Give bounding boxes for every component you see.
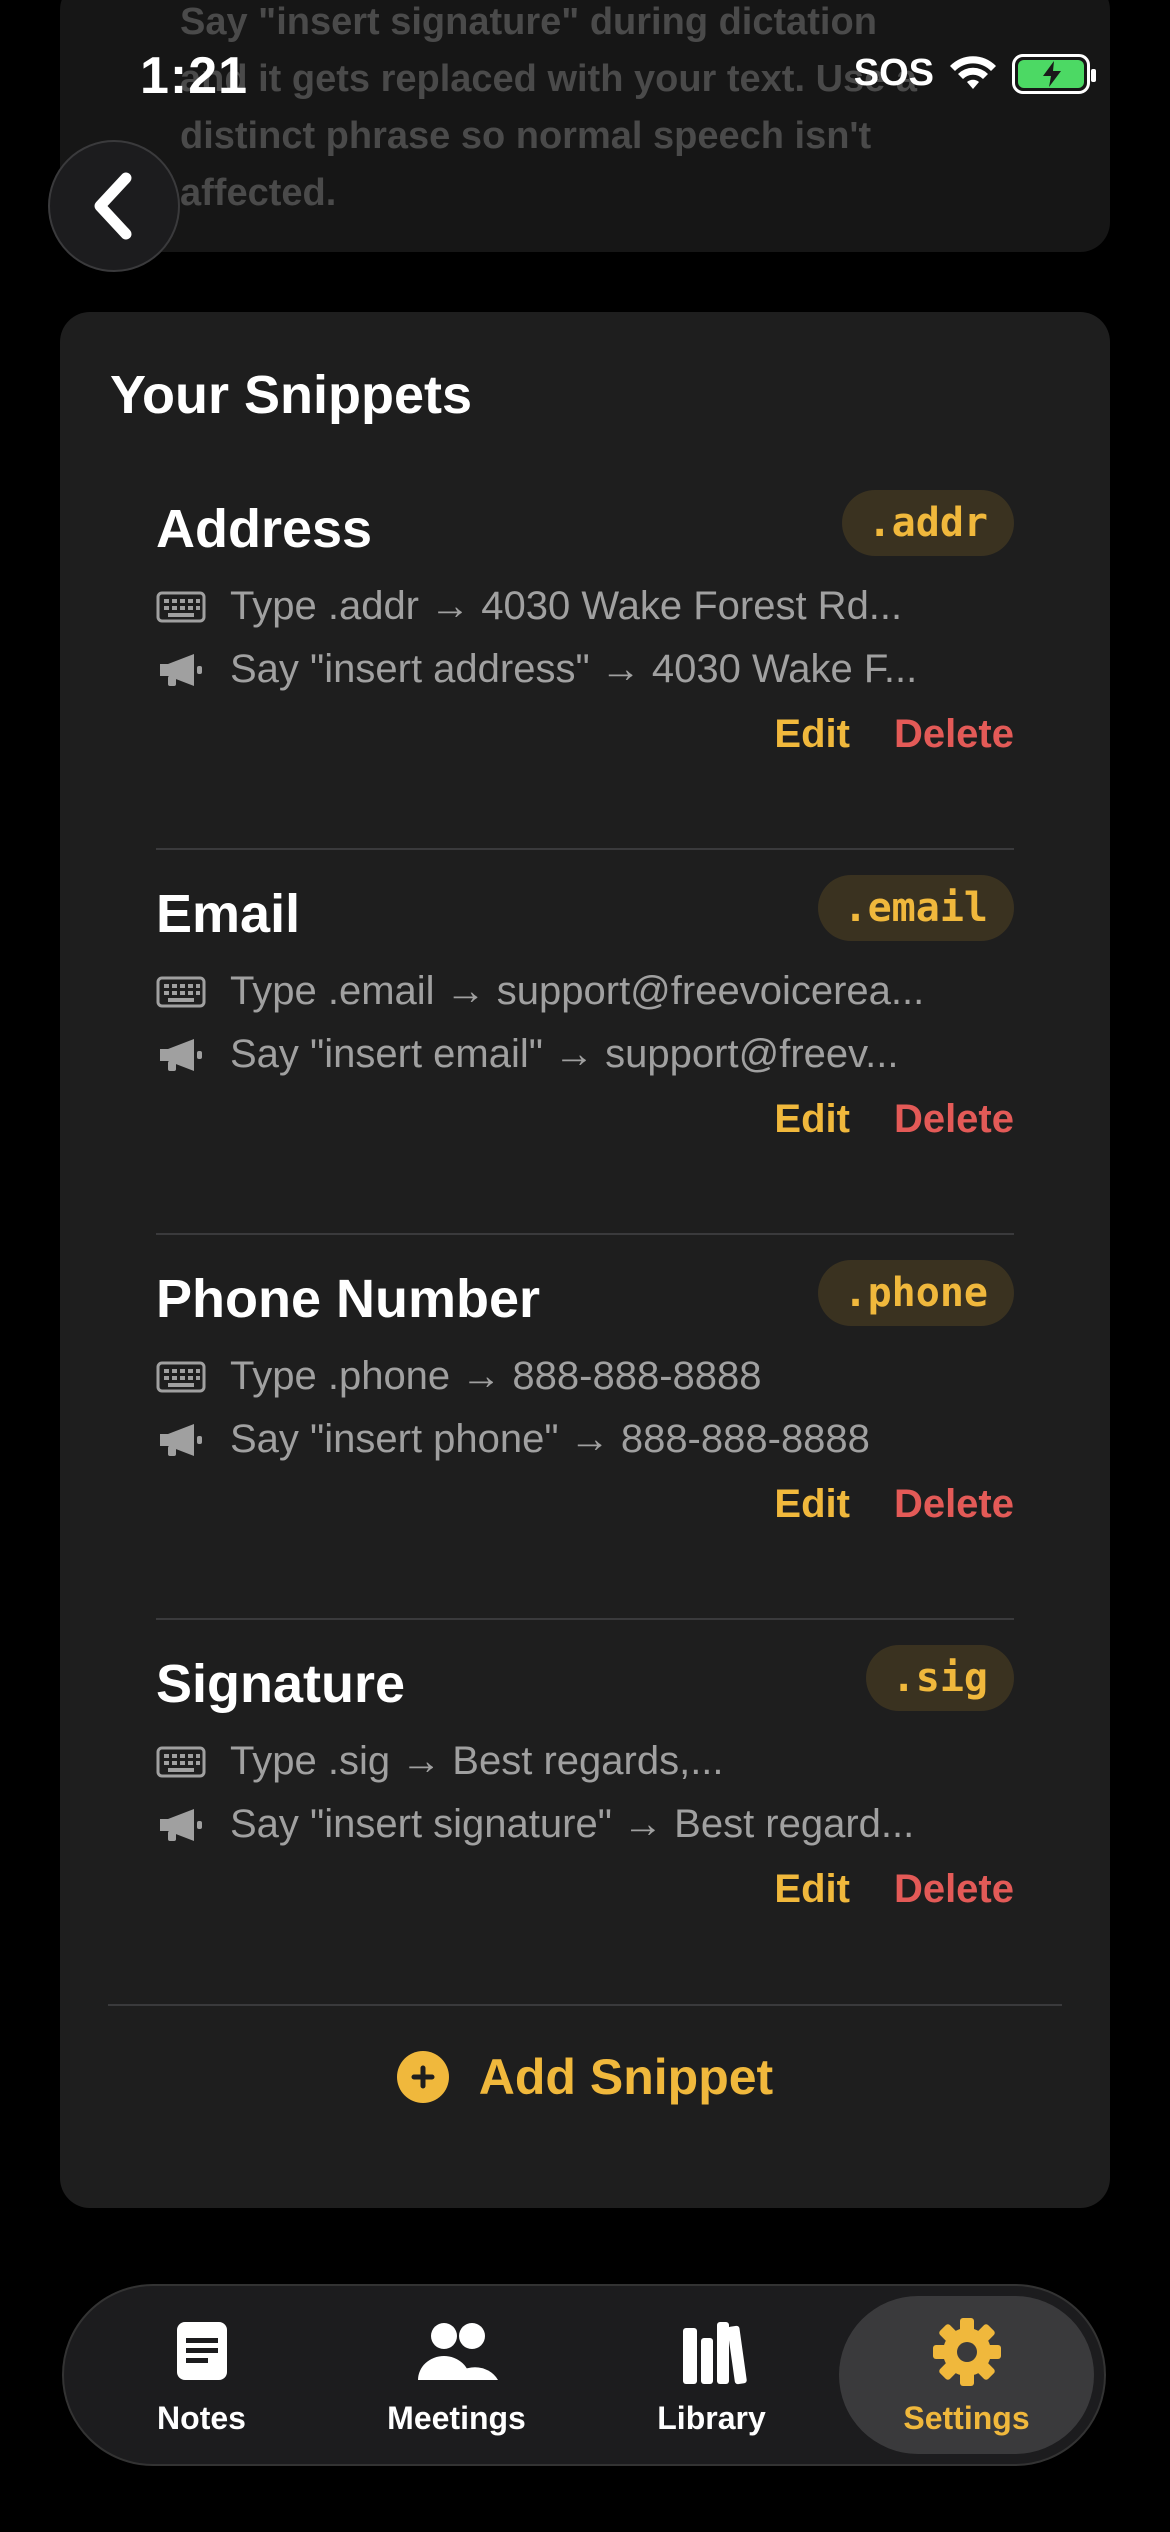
tab-notes[interactable]: Notes [74, 2296, 329, 2454]
status-indicators: SOS [853, 52, 1096, 95]
snippets-settings-screen: Say "insert signature" during dictation … [0, 0, 1170, 2532]
add-snippet-button[interactable]: Add Snippet [60, 2048, 1110, 2106]
edit-button[interactable]: Edit [774, 1867, 850, 1912]
megaphone-icon [160, 1808, 202, 1841]
snippet-item-phone: Phone Number .phone Type .phone → 888-88… [156, 1222, 1014, 1607]
edit-button[interactable]: Edit [774, 712, 850, 757]
delete-button[interactable]: Delete [894, 1867, 1014, 1912]
snippet-name: Address [156, 499, 373, 559]
snippet-type-text: Type .addr → 4030 Wake Forest Rd... [230, 584, 903, 628]
snippet-shortcut-badge: .phone [817, 1260, 1014, 1326]
snippet-type-line: Type .sig → Best regards,... [156, 1739, 1014, 1784]
snippet-say-line: Say "insert email" → support@freev... [156, 1032, 1014, 1077]
snippet-name: Signature [156, 1654, 406, 1714]
delete-button[interactable]: Delete [894, 1097, 1014, 1142]
snippet-item-email: Email .email Type .email → support@freev… [156, 837, 1014, 1222]
snippet-item-signature: Signature .sig Type .sig → Best regards,… [156, 1607, 1014, 1992]
snippet-type-line: Type .addr → 4030 Wake Forest Rd... [156, 584, 1014, 629]
tab-library[interactable]: Library [584, 2296, 839, 2454]
keyboard-icon [156, 976, 206, 1007]
snippet-say-line: Say "insert signature" → Best regard... [156, 1802, 1014, 1847]
tab-label: Meetings [387, 2399, 526, 2436]
snippet-name: Email [156, 884, 301, 944]
keyboard-icon [156, 1361, 206, 1392]
tab-settings[interactable]: Settings [839, 2296, 1094, 2454]
snippet-type-line: Type .phone → 888-888-8888 [156, 1354, 1014, 1399]
gear-icon [932, 2317, 1001, 2386]
snippet-shortcut-badge: .sig [865, 1645, 1014, 1711]
snippet-name: Phone Number [156, 1269, 541, 1329]
snippet-type-text: Type .sig → Best regards,... [230, 1739, 724, 1783]
snippet-type-line: Type .email → support@freevoicerea... [156, 969, 1014, 1014]
edit-button[interactable]: Edit [774, 1097, 850, 1142]
add-snippet-label: Add Snippet [478, 2049, 774, 2105]
megaphone-icon [160, 653, 202, 686]
snippet-actions: Edit Delete [774, 1097, 1014, 1142]
delete-button[interactable]: Delete [894, 1482, 1014, 1527]
snippets-card: Your Snippets Address .addr Type .addr →… [60, 312, 1110, 2208]
back-button[interactable] [48, 140, 180, 272]
snippet-say-line: Say "insert phone" → 888-888-8888 [156, 1417, 1014, 1462]
plus-circle-icon [396, 2051, 449, 2103]
wifi-icon [950, 55, 996, 89]
status-bar: 1:21 SOS [0, 0, 1170, 150]
tab-bar: Notes Meetings Library Settings [62, 2284, 1106, 2466]
tab-label: Notes [157, 2399, 246, 2436]
snippets-title: Your Snippets [110, 365, 473, 425]
keyboard-icon [156, 591, 206, 622]
chevron-left-icon [94, 172, 132, 240]
snippet-say-text: Say "insert address" → 4030 Wake F... [230, 647, 918, 691]
keyboard-icon [156, 1746, 206, 1777]
snippet-type-text: Type .email → support@freevoicerea... [230, 969, 925, 1013]
status-time: 1:21 [140, 47, 249, 105]
snippet-say-line: Say "insert address" → 4030 Wake F... [156, 647, 1014, 692]
carrier-label: SOS [853, 52, 934, 94]
snippet-type-text: Type .phone → 888-888-8888 [230, 1354, 762, 1398]
people-icon [417, 2322, 498, 2380]
megaphone-icon [160, 1423, 202, 1456]
edit-button[interactable]: Edit [774, 1482, 850, 1527]
delete-button[interactable]: Delete [894, 712, 1014, 757]
snippet-actions: Edit Delete [774, 1482, 1014, 1527]
snippet-actions: Edit Delete [774, 1867, 1014, 1912]
snippet-say-text: Say "insert phone" → 888-888-8888 [230, 1417, 870, 1461]
snippet-shortcut-badge: .addr [841, 490, 1014, 556]
megaphone-icon [160, 1038, 202, 1071]
snippet-actions: Edit Delete [774, 712, 1014, 757]
notes-icon [176, 2321, 227, 2380]
snippet-item-address: Address .addr Type .addr → 4030 Wake For… [156, 452, 1014, 837]
snippet-say-text: Say "insert email" → support@freev... [230, 1032, 899, 1076]
tab-meetings[interactable]: Meetings [329, 2296, 584, 2454]
snippet-shortcut-badge: .email [817, 875, 1014, 941]
tab-label: Library [657, 2399, 766, 2436]
books-icon [682, 2321, 747, 2384]
snippet-say-text: Say "insert signature" → Best regard... [230, 1802, 915, 1846]
tab-label: Settings [903, 2399, 1030, 2436]
divider [108, 2004, 1062, 2006]
battery-icon [1012, 53, 1096, 94]
